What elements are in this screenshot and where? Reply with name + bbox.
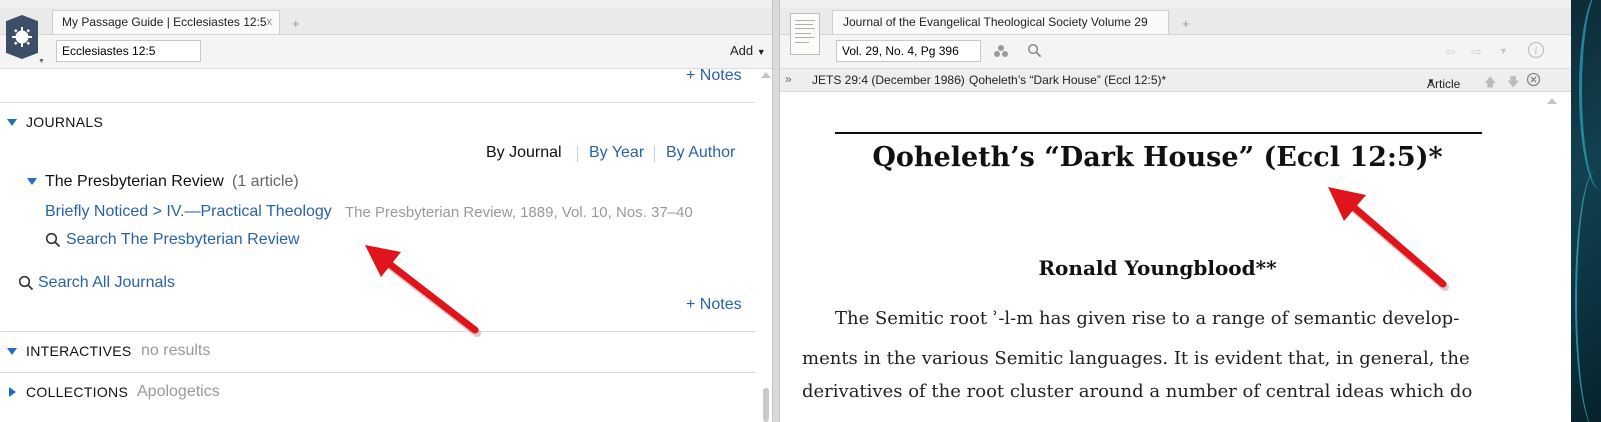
journals-header[interactable]: JOURNALS (26, 114, 103, 130)
reference-input[interactable] (836, 40, 981, 62)
history-dropdown-icon[interactable]: ▼ (1499, 46, 1508, 56)
passage-guide-panel: My Passage Guide | Ecclesiastes 12:5 x +… (0, 0, 779, 422)
add-button[interactable]: Add ▼ (730, 43, 766, 58)
next-article-icon[interactable]: 🡇 (1507, 73, 1519, 94)
panel-menu-dropdown-icon[interactable]: ▼ (38, 58, 45, 65)
search-icon (45, 232, 61, 253)
journal-group-title: The Presbyterian Review (45, 173, 224, 190)
interactives-header[interactable]: INTERACTIVES (26, 343, 132, 359)
tab-title: Journal of the Evangelical Theological S… (843, 15, 1148, 29)
tab-bar: My Passage Guide | Ecclesiastes 12:5 x + (0, 8, 779, 35)
tab-passage-guide[interactable]: My Passage Guide | Ecclesiastes 12:5 x (52, 10, 280, 34)
view-separator (577, 146, 578, 162)
journal-group-count: (1 article) (232, 173, 299, 190)
interactives-collapse-icon[interactable] (7, 348, 17, 355)
resource-panel: Journal of the Evangelical Theological S… (780, 0, 1571, 422)
journals-collapse-icon[interactable] (7, 119, 17, 126)
new-tab-button[interactable]: + (292, 16, 300, 31)
previous-article-icon[interactable]: 🡅 (1484, 73, 1496, 94)
svg-text:i: i (1534, 46, 1537, 57)
logos-app-icon[interactable] (6, 15, 38, 59)
breadcrumb-issue[interactable]: JETS 29:4 (December 1986) (812, 73, 965, 87)
search-icon[interactable] (1027, 43, 1042, 63)
breadcrumb: » JETS 29:4 (December 1986) › Qoheleth’s… (780, 69, 1571, 92)
tab-jets-volume-29[interactable]: Journal of the Evangelical Theological S… (832, 10, 1169, 34)
section-divider (0, 102, 756, 103)
interactives-status: no results (141, 342, 211, 359)
tab-title: My Passage Guide | Ecclesiastes 12:5 (62, 15, 267, 29)
scrollbar-thumb[interactable] (763, 388, 769, 422)
tab-bar: Journal of the Evangelical Theological S… (780, 8, 1571, 35)
view-by-year[interactable]: By Year (589, 144, 644, 162)
annotation-arrow (1328, 187, 1449, 291)
search-icon (18, 275, 34, 296)
paragraph-line: ments in the various Semitic languages. … (802, 348, 1470, 369)
article-title: Qoheleth’s “Dark House” (Eccl 12:5)* (872, 142, 1443, 173)
close-panel-icon[interactable] (1526, 72, 1541, 90)
panel-top-strip (780, 0, 1571, 8)
search-all-journals-link[interactable]: Search All Journals (38, 274, 175, 292)
breadcrumb-separator: › (958, 73, 962, 87)
article-link[interactable]: Briefly Noticed > IV.—Practical Theology (45, 203, 332, 221)
breadcrumb-article[interactable]: Qoheleth’s “Dark House” (Eccl 12:5)* (969, 73, 1166, 87)
paragraph-line: The Semitic root ʾ-l-m has given rise to… (835, 308, 1460, 329)
collections-header[interactable]: COLLECTIONS (26, 384, 128, 400)
section-divider (0, 372, 756, 373)
notes-link-journals[interactable]: + Notes (686, 296, 742, 314)
new-tab-button[interactable]: + (1182, 16, 1190, 31)
collections-status: Apologetics (137, 383, 220, 400)
info-icon[interactable]: i (1527, 41, 1545, 64)
add-dropdown-icon: ▼ (756, 47, 766, 57)
forward-arrow-icon[interactable]: ⇨ (1471, 44, 1482, 60)
add-button-label: Add (730, 43, 754, 58)
collections-expand-icon[interactable] (9, 387, 16, 397)
desktop-background (1571, 0, 1601, 422)
title-rule (835, 132, 1482, 134)
left-scrollbar[interactable] (760, 68, 772, 422)
parallel-resources-icon[interactable] (993, 44, 1009, 63)
view-by-author[interactable]: By Author (666, 144, 735, 162)
annotation-arrow (365, 245, 481, 337)
journal-group-collapse-icon[interactable] (27, 178, 37, 185)
panel-top-strip (0, 0, 779, 8)
book-cover-thumbnail[interactable] (790, 13, 820, 55)
view-by-journal[interactable]: By Journal (486, 144, 562, 162)
article-source: The Presbyterian Review, 1889, Vol. 10, … (345, 204, 693, 221)
close-tab-icon[interactable]: x (267, 11, 273, 33)
expand-sidebar-icon[interactable]: » (785, 72, 792, 86)
view-menu-dropdown-icon: ▼ (1427, 77, 1435, 86)
scroll-up-icon[interactable] (1547, 98, 1557, 104)
right-scrollbar[interactable] (1545, 92, 1559, 422)
scroll-up-icon[interactable] (761, 72, 771, 78)
panel-splitter[interactable] (772, 0, 780, 422)
notes-link-top[interactable]: + Notes (686, 67, 742, 85)
view-separator (654, 146, 655, 162)
search-presbyterian-review-link[interactable]: Search The Presbyterian Review (66, 231, 300, 249)
back-arrow-icon[interactable]: ⇦ (1445, 44, 1456, 60)
paragraph-line: derivatives of the root cluster around a… (802, 381, 1473, 402)
reference-input[interactable] (56, 40, 201, 62)
